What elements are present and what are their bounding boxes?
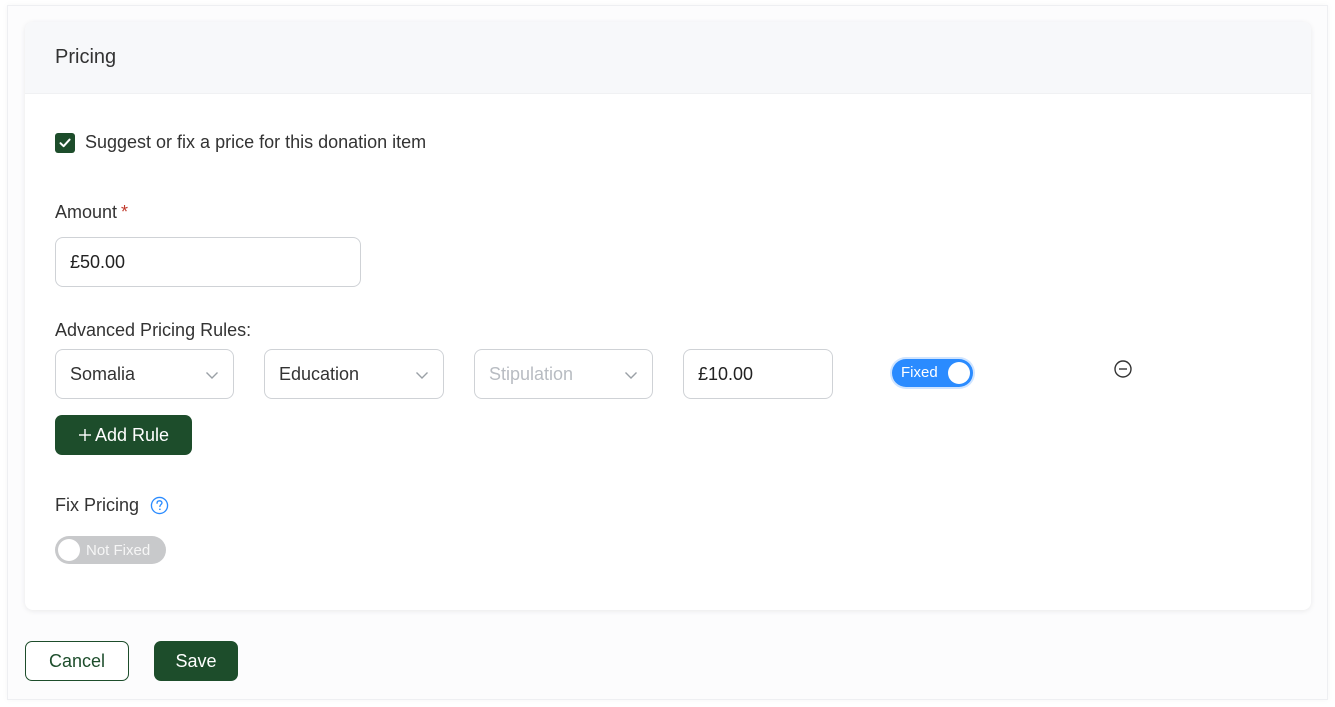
rule-amount-input[interactable]: £10.00 xyxy=(683,349,833,399)
amount-input[interactable]: £50.00 xyxy=(55,237,361,287)
suggest-price-checkbox[interactable] xyxy=(55,133,75,153)
check-icon xyxy=(59,138,71,148)
minus-circle-icon[interactable] xyxy=(1113,359,1133,379)
add-rule-label: Add Rule xyxy=(94,424,170,445)
cancel-button[interactable]: Cancel xyxy=(25,641,129,681)
rule-fixed-toggle[interactable]: Fixed xyxy=(892,359,973,387)
save-button[interactable]: Save xyxy=(154,641,238,681)
chevron-down-icon xyxy=(416,372,428,379)
amount-label-text: Amount xyxy=(55,202,118,222)
toggle-knob xyxy=(58,539,80,561)
rule-amount-value: £10.00 xyxy=(698,363,754,384)
plus-icon xyxy=(78,429,91,441)
amount-label: Amount * xyxy=(55,202,128,223)
country-select-value: Somalia xyxy=(70,363,136,384)
add-rule-button[interactable]: Add Rule xyxy=(55,415,192,455)
amount-input-value: £50.00 xyxy=(70,251,126,272)
fix-pricing-label: Fix Pricing xyxy=(55,495,140,515)
required-mark: * xyxy=(121,202,129,222)
chevron-down-icon xyxy=(206,372,218,379)
card-title: Pricing xyxy=(55,46,117,68)
stipulation-placeholder: Stipulation xyxy=(489,363,574,384)
fix-pricing-toggle[interactable]: Not Fixed xyxy=(55,536,166,564)
card-header: Pricing xyxy=(25,22,1311,94)
suggest-price-label[interactable]: Suggest or fix a price for this donation… xyxy=(85,132,426,153)
country-select[interactable]: Somalia xyxy=(55,349,234,399)
stipulation-select[interactable]: Stipulation xyxy=(474,349,653,399)
fix-pricing-toggle-label: Not Fixed xyxy=(86,542,151,559)
advanced-pricing-rules-label: Advanced Pricing Rules: xyxy=(55,320,252,340)
rule-toggle-label: Fixed xyxy=(901,364,938,381)
chevron-down-icon xyxy=(625,372,637,379)
toggle-knob xyxy=(948,362,970,384)
question-circle-icon[interactable] xyxy=(150,496,169,515)
category-select[interactable]: Education xyxy=(264,349,444,399)
category-select-value: Education xyxy=(279,363,360,384)
pricing-card: Pricing Suggest or fix a price for this … xyxy=(25,22,1311,610)
